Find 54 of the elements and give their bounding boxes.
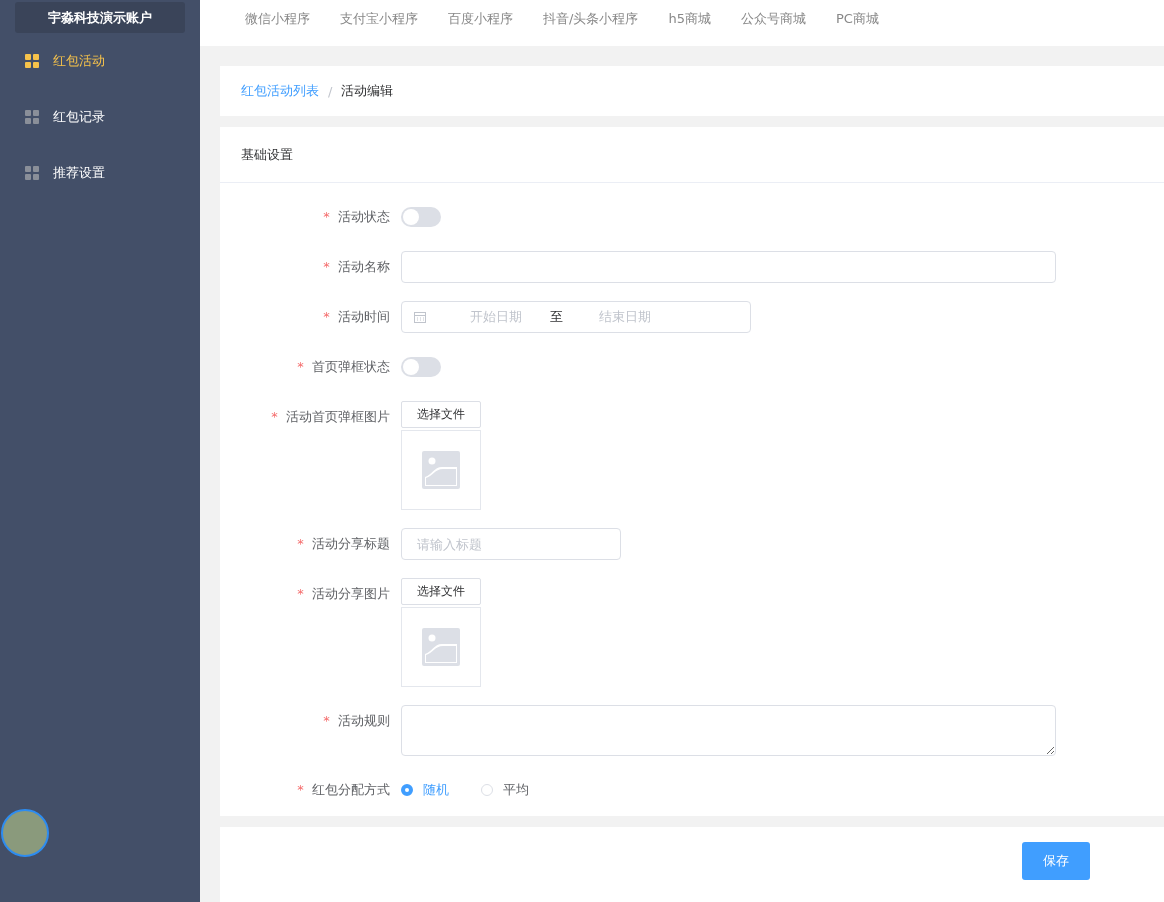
field-label: 首页弹框状态: [312, 359, 390, 374]
rules-textarea[interactable]: [401, 705, 1056, 756]
required-asterisk: *: [271, 409, 278, 424]
breadcrumb-link[interactable]: 红包活动列表: [241, 82, 319, 100]
grid-icon: [25, 110, 39, 124]
required-asterisk: *: [297, 586, 304, 601]
choose-file-button[interactable]: 选择文件: [401, 578, 481, 605]
top-nav-link[interactable]: 抖音/头条小程序: [543, 10, 639, 28]
field-label: 活动状态: [338, 209, 390, 224]
required-asterisk: *: [323, 259, 330, 274]
calendar-icon: [414, 311, 426, 323]
save-button[interactable]: 保存: [1022, 842, 1090, 880]
required-asterisk: *: [297, 782, 304, 797]
field-label: 活动规则: [338, 713, 390, 728]
breadcrumb-separator: /: [328, 83, 333, 99]
field-label: 活动分享图片: [312, 586, 390, 601]
sidebar-item[interactable]: 红包活动: [0, 33, 200, 89]
required-asterisk: *: [323, 209, 330, 224]
sidebar-item[interactable]: 红包记录: [0, 89, 200, 145]
top-nav-link[interactable]: 公众号商城: [740, 10, 806, 28]
top-nav-link[interactable]: 支付宝小程序: [340, 10, 418, 28]
top-nav-link[interactable]: 百度小程序: [448, 10, 513, 28]
top-nav-link[interactable]: PC商城: [835, 10, 879, 28]
radio-option[interactable]: 随机: [401, 781, 449, 799]
required-asterisk: *: [323, 713, 330, 728]
account-name: 宇淼科技演示账户: [15, 2, 185, 33]
end-date-placeholder: 结束日期: [599, 308, 651, 326]
required-asterisk: *: [297, 359, 304, 374]
field-label: 活动首页弹框图片: [286, 409, 390, 424]
radio-option[interactable]: 平均: [481, 781, 529, 799]
field-label: 活动时间: [338, 309, 390, 324]
top-nav-link[interactable]: 微信小程序: [245, 10, 310, 28]
choose-file-button[interactable]: 选择文件: [401, 401, 481, 428]
toggle-switch[interactable]: [401, 207, 441, 227]
date-range-field[interactable]: 开始日期 至 结束日期: [401, 301, 751, 333]
required-asterisk: *: [297, 536, 304, 551]
image-placeholder-icon: [422, 628, 460, 666]
field-label: 活动分享标题: [312, 536, 390, 551]
grid-icon: [25, 54, 39, 68]
section-title: 基础设置: [220, 127, 1164, 183]
text-input-field[interactable]: [401, 251, 1056, 283]
start-date-placeholder: 开始日期: [470, 308, 522, 326]
top-nav-link[interactable]: h5商城: [668, 10, 711, 28]
avatar-photo-placeholder[interactable]: [1, 809, 49, 857]
breadcrumb-current: 活动编辑: [341, 82, 394, 100]
sidebar-item[interactable]: 推荐设置: [0, 145, 200, 201]
date-separator: 至: [550, 308, 563, 326]
required-asterisk: *: [323, 309, 330, 324]
field-label: 红包分配方式: [312, 782, 390, 797]
grid-icon: [25, 166, 39, 180]
text-input-field[interactable]: 请输入标题: [401, 528, 621, 560]
toggle-switch[interactable]: [401, 357, 441, 377]
image-placeholder-icon: [422, 451, 460, 489]
field-label: 活动名称: [338, 259, 390, 274]
